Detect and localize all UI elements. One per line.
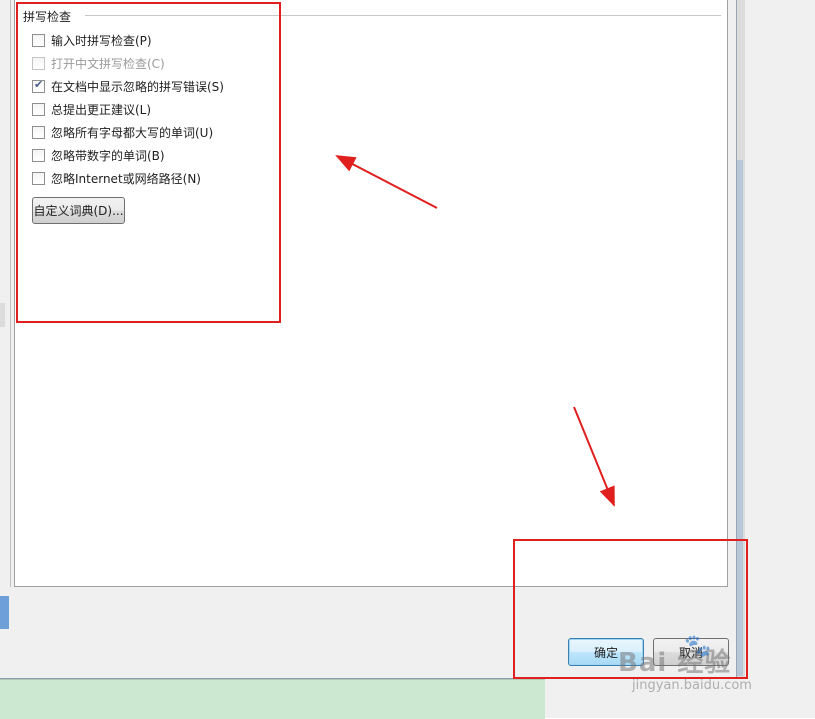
annotation-box-options [16,2,281,323]
status-strip-right [545,679,745,718]
left-frame-edge [0,0,11,587]
left-selection-indicator [0,596,9,629]
left-frame-tab [0,303,5,327]
annotation-box-buttons [513,539,748,679]
background-window [745,0,815,718]
status-strip [0,679,545,719]
